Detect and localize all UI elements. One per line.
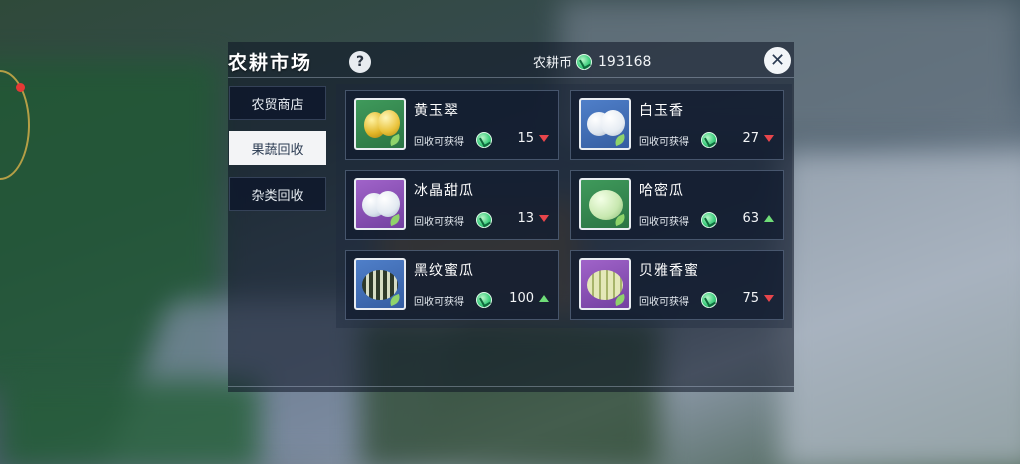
help-icon[interactable]: ? <box>349 51 371 73</box>
divider <box>228 386 794 387</box>
melon-icon <box>579 178 631 230</box>
melon-icon <box>579 258 631 310</box>
tab-misc-recycle[interactable]: 杂类回收 <box>229 177 326 211</box>
item-value: 75 <box>742 291 759 306</box>
item-card[interactable]: 冰晶甜瓜 回收可获得 13 <box>345 170 559 240</box>
gain-label: 回收可获得 <box>414 137 464 148</box>
item-card[interactable]: 黄玉翠 回收可获得 15 <box>345 90 559 160</box>
coin-icon <box>476 212 492 228</box>
tab-produce-recycle[interactable]: 果蔬回收 <box>229 131 326 165</box>
item-card[interactable]: 白玉香 回收可获得 27 <box>570 90 784 160</box>
item-value: 63 <box>742 211 759 226</box>
gain-label: 回收可获得 <box>414 217 464 228</box>
item-value: 27 <box>742 131 759 146</box>
item-name: 贝雅香蜜 <box>639 263 699 279</box>
item-name: 白玉香 <box>639 103 684 119</box>
trend-down-icon <box>764 295 774 302</box>
item-value: 15 <box>517 131 534 146</box>
trend-up-icon <box>764 215 774 222</box>
item-name: 黑纹蜜瓜 <box>414 263 474 279</box>
coin-icon <box>476 132 492 148</box>
item-value: 13 <box>517 211 534 226</box>
notification-dot <box>16 83 25 92</box>
divider <box>228 77 794 78</box>
melon-icon <box>354 98 406 150</box>
trend-down-icon <box>539 135 549 142</box>
item-value: 100 <box>509 291 534 306</box>
currency-display: 农耕币 193168 <box>533 52 651 71</box>
currency-label: 农耕币 <box>533 56 573 71</box>
gain-label: 回收可获得 <box>639 297 689 308</box>
coin-icon <box>576 53 593 70</box>
trend-up-icon <box>539 295 549 302</box>
gain-label: 回收可获得 <box>414 297 464 308</box>
coin-icon <box>701 292 717 308</box>
item-name: 哈密瓜 <box>639 183 684 199</box>
trend-down-icon <box>539 215 549 222</box>
close-button[interactable]: ✕ <box>764 47 791 74</box>
melon-icon <box>579 98 631 150</box>
item-name: 黄玉翠 <box>414 103 459 119</box>
item-card[interactable]: 哈密瓜 回收可获得 63 <box>570 170 784 240</box>
gain-label: 回收可获得 <box>639 137 689 148</box>
melon-icon <box>354 178 406 230</box>
page-title: 农耕市场 <box>228 52 313 74</box>
item-card[interactable]: 黑纹蜜瓜 回收可获得 100 <box>345 250 559 320</box>
coin-icon <box>701 212 717 228</box>
tab-farm-shop[interactable]: 农贸商店 <box>229 86 326 120</box>
item-name: 冰晶甜瓜 <box>414 183 474 199</box>
gain-label: 回收可获得 <box>639 217 689 228</box>
melon-icon <box>354 258 406 310</box>
currency-amount: 193168 <box>598 53 652 70</box>
coin-icon <box>476 292 492 308</box>
item-card[interactable]: 贝雅香蜜 回收可获得 75 <box>570 250 784 320</box>
trend-down-icon <box>764 135 774 142</box>
coin-icon <box>701 132 717 148</box>
